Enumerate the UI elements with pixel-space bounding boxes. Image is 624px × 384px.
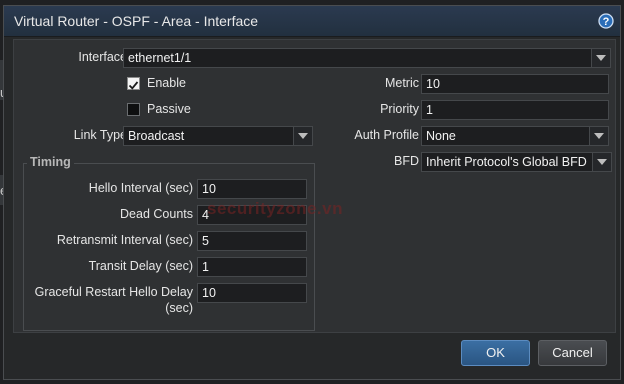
dialog-title: Virtual Router - OSPF - Area - Interface xyxy=(14,13,259,29)
priority-input[interactable]: 1 xyxy=(421,100,609,120)
auth-profile-label: Auth Profile xyxy=(354,128,419,142)
bfd-label: BFD xyxy=(394,154,419,168)
timing-legend: Timing xyxy=(27,155,74,169)
ok-button[interactable]: OK xyxy=(461,340,530,366)
dead-counts-label: Dead Counts xyxy=(120,207,193,221)
link-type-label: Link Type xyxy=(73,128,127,142)
transit-delay-input[interactable]: 1 xyxy=(197,257,307,277)
interface-label: Interface xyxy=(78,50,127,64)
interface-value: ethernet1/1 xyxy=(128,51,192,65)
graceful-restart-input[interactable]: 10 xyxy=(197,283,307,303)
link-type-select[interactable]: Broadcast xyxy=(123,126,313,146)
link-type-value: Broadcast xyxy=(128,129,185,143)
bfd-select[interactable]: Inherit Protocol's Global BFD xyxy=(421,152,612,172)
bfd-value: Inherit Protocol's Global BFD xyxy=(426,155,587,169)
interface-select[interactable]: ethernet1/1 xyxy=(123,48,611,68)
enable-label: Enable xyxy=(147,76,186,90)
passive-label: Passive xyxy=(147,102,191,116)
chevron-down-icon[interactable] xyxy=(293,127,312,145)
chevron-down-icon[interactable] xyxy=(589,127,608,145)
chevron-down-icon[interactable] xyxy=(591,49,610,67)
priority-label: Priority xyxy=(380,102,419,116)
passive-checkbox[interactable] xyxy=(127,103,140,116)
auth-profile-select[interactable]: None xyxy=(421,126,609,146)
svg-text:?: ? xyxy=(603,16,610,28)
ospf-interface-dialog: Virtual Router - OSPF - Area - Interface… xyxy=(3,5,621,380)
enable-checkbox[interactable] xyxy=(127,77,140,90)
chevron-down-icon[interactable] xyxy=(592,153,611,171)
transit-delay-label: Transit Delay (sec) xyxy=(88,259,193,273)
graceful-restart-label: Graceful Restart Hello Delay xyxy=(34,285,193,299)
checkmark-icon xyxy=(128,81,139,90)
help-circle-icon[interactable]: ? xyxy=(598,13,614,29)
retransmit-interval-label: Retransmit Interval (sec) xyxy=(56,233,193,247)
hello-interval-input[interactable]: 10 xyxy=(197,179,307,199)
auth-profile-value: None xyxy=(426,129,456,143)
watermark-logo: securityzone.vn xyxy=(207,199,343,218)
dialog-titlebar[interactable]: Virtual Router - OSPF - Area - Interface… xyxy=(4,6,620,37)
retransmit-interval-input[interactable]: 5 xyxy=(197,231,307,251)
hello-interval-label: Hello Interval (sec) xyxy=(88,181,193,195)
cancel-button[interactable]: Cancel xyxy=(538,340,607,366)
metric-label: Metric xyxy=(384,76,419,90)
graceful-restart-label-unit: (sec) xyxy=(165,301,193,315)
dialog-body: Interface ethernet1/1 Enable Passive Lin… xyxy=(13,39,616,333)
metric-input[interactable]: 10 xyxy=(421,74,609,94)
